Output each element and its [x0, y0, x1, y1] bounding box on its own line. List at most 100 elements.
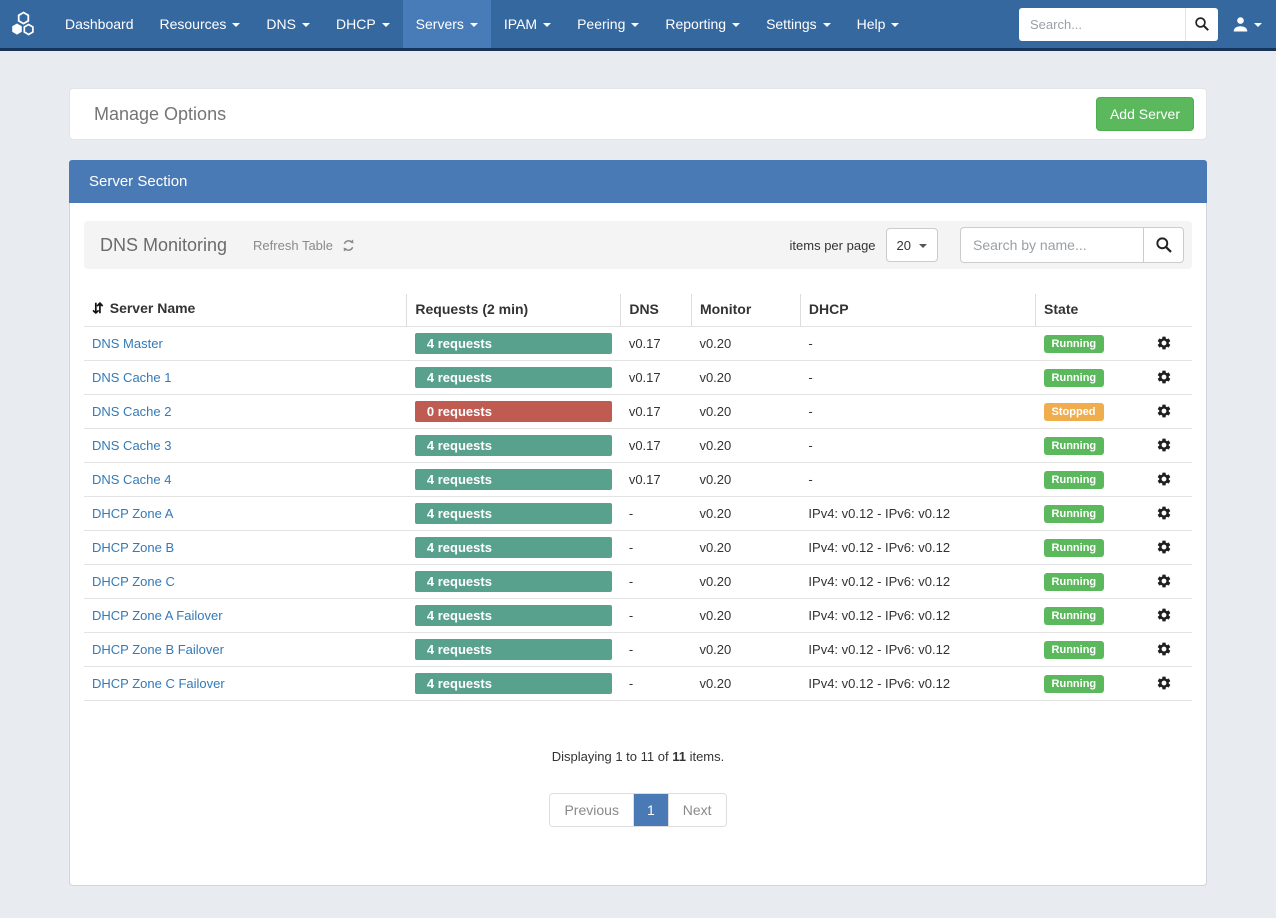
add-server-button[interactable]: Add Server [1096, 97, 1194, 131]
server-name-link[interactable]: DHCP Zone C Failover [92, 676, 225, 691]
server-name-link[interactable]: DHCP Zone B [92, 540, 174, 555]
table-row: DHCP Zone B4 requests-v0.20IPv4: v0.12 -… [84, 531, 1192, 565]
server-name-link[interactable]: DHCP Zone A [92, 506, 173, 521]
column-header-server-name[interactable]: ⇵Server Name [84, 294, 407, 327]
chevron-down-icon [382, 23, 390, 27]
column-header-state: State [1036, 294, 1146, 327]
settings-gear-button[interactable] [1154, 367, 1174, 387]
nav-item-dashboard[interactable]: Dashboard [52, 0, 147, 48]
table-search-button[interactable] [1143, 227, 1184, 263]
dns-version: v0.17 [621, 463, 692, 497]
navbar-search-button[interactable] [1185, 8, 1218, 41]
settings-gear-button[interactable] [1154, 503, 1174, 523]
server-name-link[interactable]: DHCP Zone C [92, 574, 175, 589]
settings-gear-button[interactable] [1154, 639, 1174, 659]
state-badge: Running [1044, 539, 1105, 557]
page-title: Manage Options [94, 104, 226, 125]
monitor-version: v0.20 [691, 565, 800, 599]
settings-gear-button[interactable] [1154, 333, 1174, 353]
monitor-version: v0.20 [691, 327, 800, 361]
settings-gear-button[interactable] [1154, 673, 1174, 693]
app-logo[interactable] [6, 0, 52, 48]
user-menu[interactable] [1232, 16, 1262, 33]
servers-table: ⇵Server Name Requests (2 min) DNS Monito… [84, 294, 1192, 701]
nav-item-dhcp[interactable]: DHCP [323, 0, 403, 48]
state-badge: Running [1044, 641, 1105, 659]
table-row: DHCP Zone A4 requests-v0.20IPv4: v0.12 -… [84, 497, 1192, 531]
table-row: DNS Cache 14 requestsv0.17v0.20-Running [84, 361, 1192, 395]
gear-icon [1156, 505, 1172, 521]
server-name-link[interactable]: DHCP Zone A Failover [92, 608, 223, 623]
chevron-down-icon [919, 244, 927, 248]
table-search-input[interactable] [960, 227, 1143, 263]
requests-bar: 4 requests [415, 435, 612, 456]
state-badge: Running [1044, 335, 1105, 353]
settings-gear-button[interactable] [1154, 401, 1174, 421]
server-name-link[interactable]: DNS Cache 1 [92, 370, 171, 385]
table-row: DNS Cache 20 requestsv0.17v0.20-Stopped [84, 395, 1192, 429]
nav-item-peering[interactable]: Peering [564, 0, 652, 48]
state-badge: Running [1044, 675, 1105, 693]
requests-bar: 4 requests [415, 639, 612, 660]
items-per-page-value: 20 [897, 238, 911, 253]
sort-icon: ⇵ [92, 300, 104, 316]
settings-gear-button[interactable] [1154, 571, 1174, 591]
pagination-previous[interactable]: Previous [550, 794, 632, 826]
refresh-table-label: Refresh Table [253, 238, 333, 253]
nav-item-dns[interactable]: DNS [253, 0, 323, 48]
nav-item-reporting[interactable]: Reporting [652, 0, 753, 48]
items-per-page-select[interactable]: 20 [886, 228, 938, 262]
table-row: DNS Master4 requestsv0.17v0.20-Running [84, 327, 1192, 361]
settings-gear-button[interactable] [1154, 537, 1174, 557]
table-row: DHCP Zone B Failover4 requests-v0.20IPv4… [84, 633, 1192, 667]
monitor-version: v0.20 [691, 497, 800, 531]
manage-options-panel: Manage Options Add Server [69, 88, 1207, 140]
hexagons-logo-icon [10, 11, 38, 38]
search-icon [1155, 236, 1173, 254]
server-name-link[interactable]: DNS Cache 2 [92, 404, 171, 419]
nav-item-label: Reporting [665, 16, 726, 32]
dns-version: - [621, 667, 692, 701]
server-name-link[interactable]: DHCP Zone B Failover [92, 642, 224, 657]
chevron-down-icon [302, 23, 310, 27]
server-name-link[interactable]: DNS Master [92, 336, 163, 351]
dhcp-versions: IPv4: v0.12 - IPv6: v0.12 [800, 497, 1035, 531]
nav-item-label: Resources [160, 16, 227, 32]
gear-icon [1156, 335, 1172, 351]
gear-icon [1156, 403, 1172, 419]
nav-item-ipam[interactable]: IPAM [491, 0, 564, 48]
dhcp-versions: IPv4: v0.12 - IPv6: v0.12 [800, 633, 1035, 667]
settings-gear-button[interactable] [1154, 605, 1174, 625]
table-row: DHCP Zone C Failover4 requests-v0.20IPv4… [84, 667, 1192, 701]
dhcp-versions: - [800, 361, 1035, 395]
nav-item-servers[interactable]: Servers [403, 0, 491, 48]
server-name-link[interactable]: DNS Cache 4 [92, 472, 171, 487]
state-badge: Running [1044, 505, 1105, 523]
column-header-dns: DNS [621, 294, 692, 327]
nav-item-label: DHCP [336, 16, 376, 32]
server-section-panel: Server Section DNS Monitoring Refresh Ta… [69, 160, 1207, 886]
section-body: DNS Monitoring Refresh Table items per p… [70, 203, 1206, 885]
monitor-version: v0.20 [691, 395, 800, 429]
nav-item-help[interactable]: Help [844, 0, 913, 48]
table-row: DHCP Zone A Failover4 requests-v0.20IPv4… [84, 599, 1192, 633]
dhcp-versions: - [800, 429, 1035, 463]
navbar-search-input[interactable] [1019, 8, 1185, 41]
settings-gear-button[interactable] [1154, 435, 1174, 455]
nav-item-label: Settings [766, 16, 817, 32]
table-row: DHCP Zone C4 requests-v0.20IPv4: v0.12 -… [84, 565, 1192, 599]
monitor-version: v0.20 [691, 531, 800, 565]
pagination-next[interactable]: Next [668, 794, 726, 826]
requests-bar: 4 requests [415, 571, 612, 592]
settings-gear-button[interactable] [1154, 469, 1174, 489]
requests-bar: 4 requests [415, 503, 612, 524]
gear-icon [1156, 539, 1172, 555]
results-summary: Displaying 1 to 11 of 11 items. [84, 749, 1192, 764]
nav-item-resources[interactable]: Resources [147, 0, 254, 48]
pagination-page-1[interactable]: 1 [633, 794, 668, 826]
table-header-row: ⇵Server Name Requests (2 min) DNS Monito… [84, 294, 1192, 327]
server-name-link[interactable]: DNS Cache 3 [92, 438, 171, 453]
dns-version: - [621, 531, 692, 565]
nav-item-settings[interactable]: Settings [753, 0, 844, 48]
refresh-table-link[interactable]: Refresh Table [253, 238, 356, 253]
